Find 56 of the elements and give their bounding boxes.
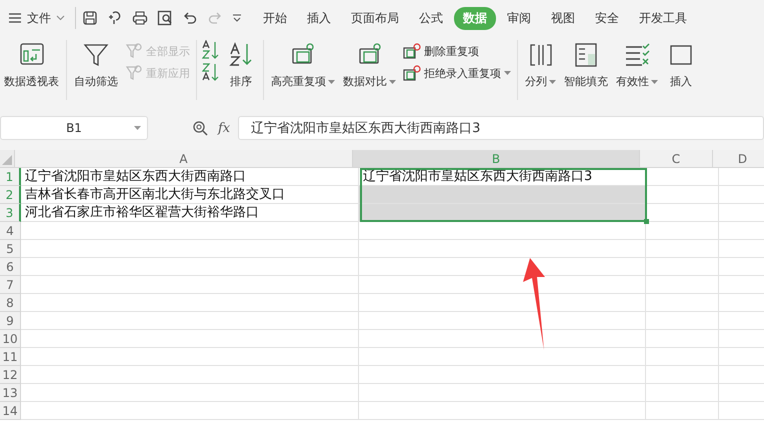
save-icon[interactable] xyxy=(82,10,98,26)
ribbon-button[interactable]: 有效性 xyxy=(612,40,662,91)
ribbon-tab[interactable]: 审阅 xyxy=(498,6,540,30)
menu-icon xyxy=(8,12,22,24)
sort-descending-icon[interactable] xyxy=(202,62,220,82)
duplicate-icon xyxy=(403,43,421,59)
ribbon-tab[interactable]: 插入 xyxy=(298,6,340,30)
row-header[interactable]: 9 xyxy=(0,312,21,330)
ribbon-button[interactable]: 高亮重复项 xyxy=(267,40,339,91)
table-cell: 辽宁省沈阳市皇姑区东西大街西南路口 xyxy=(21,168,359,186)
formula-input[interactable]: 辽宁省沈阳市皇姑区东西大街西南路口3 xyxy=(238,116,764,140)
row-header[interactable]: 4 xyxy=(0,222,21,240)
ribbon-button[interactable]: 插入 xyxy=(662,40,700,91)
ribbon-button[interactable]: 删除重复项 xyxy=(400,42,514,60)
row-header[interactable]: 7 xyxy=(0,276,21,294)
ribbon-button[interactable]: 排序 xyxy=(222,40,260,91)
filter-icon xyxy=(125,65,143,81)
row-header[interactable]: 11 xyxy=(0,348,21,366)
row-header[interactable]: 13 xyxy=(0,384,21,402)
ribbon-tab[interactable]: 开发工具 xyxy=(630,6,696,30)
function-label[interactable]: fx xyxy=(218,120,230,136)
ribbon-button[interactable]: 拒绝录入重复项 xyxy=(400,64,514,82)
ribbon-tab[interactable]: 安全 xyxy=(586,6,628,30)
name-box[interactable]: B1 xyxy=(0,116,148,140)
duplicate-icon xyxy=(403,65,421,81)
row-header[interactable]: 6 xyxy=(0,258,21,276)
zoom-icon[interactable] xyxy=(192,120,208,136)
ribbon-button[interactable]: 数据透视表 xyxy=(0,40,63,91)
print-preview-icon[interactable] xyxy=(157,10,173,26)
table-cell: 吉林省长春市高开区南北大街与东北路交叉口 xyxy=(21,186,359,204)
column-header[interactable]: C xyxy=(640,150,713,168)
funnel-icon xyxy=(81,42,111,68)
ribbon-tab[interactable]: 页面布局 xyxy=(342,6,408,30)
row-header[interactable]: 14 xyxy=(0,402,21,420)
file-menu-button[interactable]: 文件 xyxy=(4,8,69,28)
table-cell: 河北省石家庄市裕华区翟营大街裕华路口 xyxy=(21,204,359,222)
column-header[interactable]: D xyxy=(713,150,764,168)
row-header[interactable]: 8 xyxy=(0,294,21,312)
dropdown-icon[interactable] xyxy=(232,14,242,22)
sort-ascending-icon[interactable] xyxy=(202,40,220,60)
ribbon-tab[interactable]: 公式 xyxy=(410,6,452,30)
ribbon-tab[interactable]: 视图 xyxy=(542,6,584,30)
caret-icon xyxy=(134,126,141,130)
ribbon-tab[interactable]: 开始 xyxy=(254,6,296,30)
row-header[interactable]: 12 xyxy=(0,366,21,384)
chevron-down-icon xyxy=(56,15,65,21)
print-icon[interactable] xyxy=(132,10,148,26)
column-header[interactable]: A xyxy=(15,150,353,168)
ribbon-button[interactable]: 智能填充 xyxy=(560,40,612,91)
row-header[interactable]: 5 xyxy=(0,240,21,258)
undo-icon[interactable] xyxy=(182,10,198,26)
ribbon-button[interactable]: 自动筛选 xyxy=(70,40,122,91)
ribbon-button[interactable]: 分列 xyxy=(521,40,560,91)
ribbon-button[interactable]: 数据对比 xyxy=(339,40,400,91)
row-header[interactable]: 10 xyxy=(0,330,21,348)
filter-icon xyxy=(125,43,143,59)
